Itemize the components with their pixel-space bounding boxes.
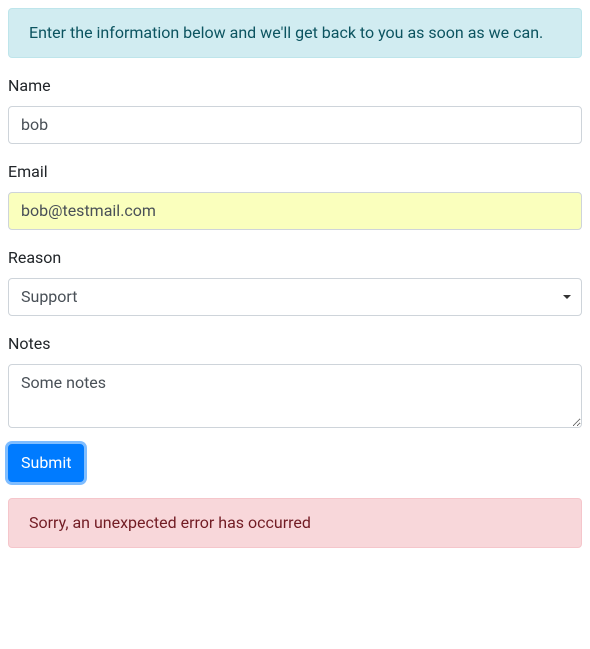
email-input[interactable]	[8, 192, 582, 230]
reason-select[interactable]: Support	[8, 278, 582, 316]
name-input[interactable]	[8, 106, 582, 144]
email-group: Email	[8, 160, 582, 230]
submit-button[interactable]: Submit	[8, 444, 84, 482]
info-alert: Enter the information below and we'll ge…	[8, 8, 582, 58]
name-label: Name	[8, 74, 51, 98]
reason-label: Reason	[8, 246, 61, 270]
email-label: Email	[8, 160, 48, 184]
notes-textarea[interactable]: Some notes	[8, 364, 582, 428]
notes-group: Notes Some notes	[8, 332, 582, 428]
error-alert: Sorry, an unexpected error has occurred	[8, 498, 582, 548]
reason-group: Reason Support	[8, 246, 582, 316]
notes-label: Notes	[8, 332, 51, 356]
name-group: Name	[8, 74, 582, 144]
